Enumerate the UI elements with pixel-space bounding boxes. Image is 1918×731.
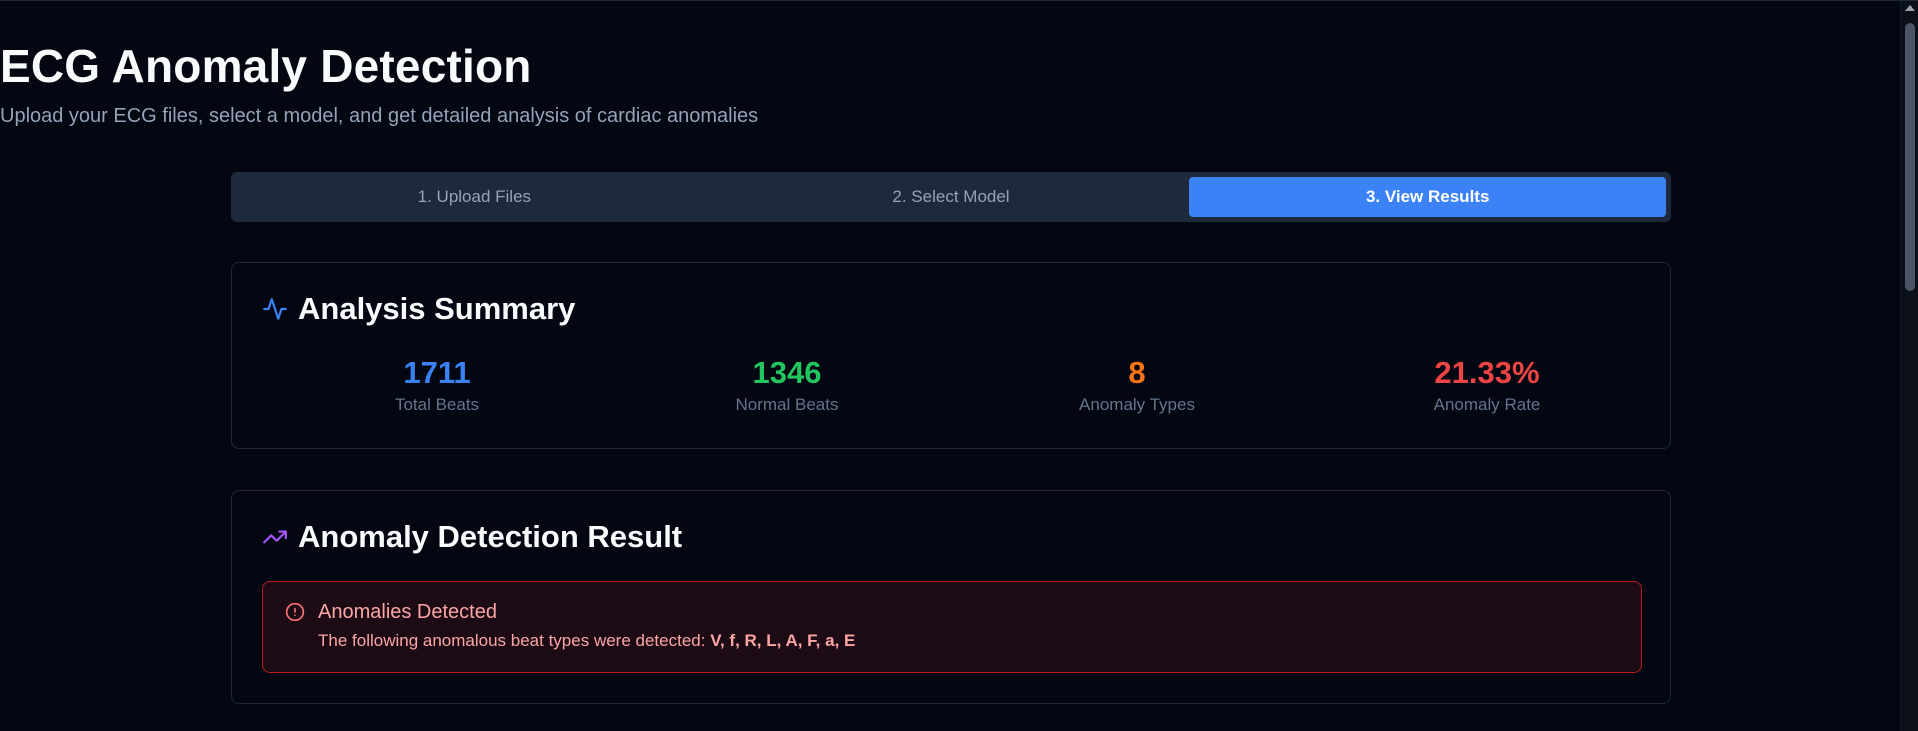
stat-label: Normal Beats [735,395,839,414]
stat-value: 8 [1128,355,1146,390]
stat-value: 1711 [403,355,471,390]
stat-value: 1346 [752,355,822,390]
alert-text: The following anomalous beat types were … [318,631,711,650]
scrollbar[interactable] [1900,1,1918,731]
scroll-up-icon[interactable] [1905,5,1915,11]
page-subtitle: Upload your ECG files, select a model, a… [0,105,759,127]
stat-total-beats: 1711 Total Beats [262,355,612,415]
stats-row: 1711 Total Beats 1346 Normal Beats 8 Ano… [262,355,1662,415]
stat-label: Anomaly Types [1079,395,1195,414]
page: ECG Anomaly Detection Upload your ECG fi… [0,1,1900,731]
analysis-summary-card: Analysis Summary 1711 Total Beats 1346 N… [231,262,1671,449]
stat-value: 21.33% [1434,355,1540,390]
alert-circle-icon [285,602,305,622]
alert-description: The following anomalous beat types were … [318,631,855,651]
scrollbar-thumb[interactable] [1905,23,1915,291]
tab-view-results[interactable]: 3. View Results [1189,177,1667,217]
analysis-summary-header: Analysis Summary [262,291,575,327]
anomaly-alert: Anomalies Detected The following anomalo… [262,581,1642,673]
anomaly-result-header: Anomaly Detection Result [262,519,682,555]
anomaly-types-list: V, f, R, L, A, F, a, E [710,631,856,650]
anomaly-result-title: Anomaly Detection Result [298,519,683,554]
trending-up-icon [263,530,287,544]
page-title: ECG Anomaly Detection [0,40,532,92]
tab-select-model[interactable]: 2. Select Model [713,177,1190,217]
alert-title: Anomalies Detected [318,601,497,623]
analysis-summary-title: Analysis Summary [298,291,576,326]
stat-anomaly-types: 8 Anomaly Types [962,355,1312,415]
stat-label: Anomaly Rate [1433,395,1541,414]
anomaly-result-card: Anomaly Detection Result Anomalies Detec… [231,490,1671,704]
tab-upload-files[interactable]: 1. Upload Files [236,177,713,217]
activity-icon [263,298,287,320]
stat-label: Total Beats [394,395,480,414]
stat-normal-beats: 1346 Normal Beats [612,355,962,415]
step-tabs: 1. Upload Files 2. Select Model 3. View … [231,172,1671,222]
stat-anomaly-rate: 21.33% Anomaly Rate [1312,355,1662,415]
